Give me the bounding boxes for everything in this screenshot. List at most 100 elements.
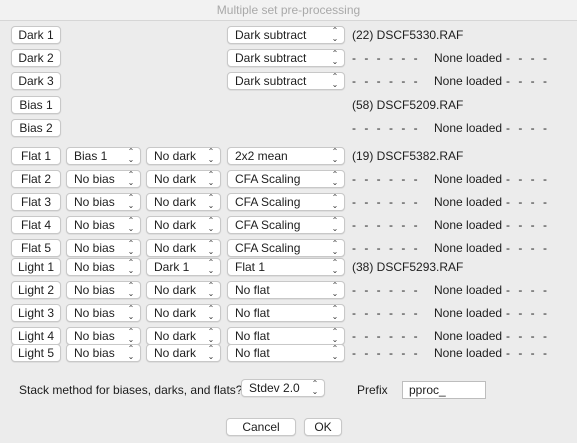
- flat-4-method-select[interactable]: CFA Scaling ⌃ ⌄: [227, 216, 345, 234]
- chevron-updown-icon: ⌃ ⌄: [331, 239, 339, 256]
- light-3-bias-select[interactable]: No bias ⌃ ⌄: [66, 304, 141, 322]
- light-5-flat-select[interactable]: No flat ⌃ ⌄: [227, 344, 345, 362]
- light-3-flat-select[interactable]: No flat ⌃ ⌄: [227, 304, 345, 322]
- select-value: Dark 1: [154, 260, 190, 274]
- dash-separator: - - - - - -: [352, 51, 418, 65]
- dark-2-method-select[interactable]: Dark subtract ⌃ ⌄: [227, 49, 345, 67]
- chevron-updown-icon: ⌃ ⌄: [331, 258, 339, 275]
- chevron-updown-icon: ⌃ ⌄: [331, 216, 339, 233]
- light-2-button[interactable]: Light 2: [11, 281, 61, 299]
- light-3-dark-select[interactable]: No dark ⌃ ⌄: [146, 304, 221, 322]
- flat-4-bias-select[interactable]: No bias ⌃ ⌄: [66, 216, 141, 234]
- select-value: No dark: [154, 346, 197, 360]
- bias-1-button[interactable]: Bias 1: [11, 96, 61, 114]
- select-value: No bias: [74, 306, 115, 320]
- select-value: Dark subtract: [235, 28, 307, 42]
- prefix-input[interactable]: [402, 381, 486, 399]
- light-1-dark-select[interactable]: Dark 1 ⌃ ⌄: [146, 258, 221, 276]
- dash-separator: - - - - - -: [352, 195, 418, 209]
- flat-2-bias-select[interactable]: No bias ⌃ ⌄: [66, 170, 141, 188]
- stack-method-select[interactable]: Stdev 2.0 ⌃ ⌄: [241, 379, 325, 397]
- stack-method-label: Stack method for biases, darks, and flat…: [19, 383, 243, 397]
- flat-4-file: None loaded: [434, 218, 503, 232]
- flat-4-dark-select[interactable]: No dark ⌃ ⌄: [146, 216, 221, 234]
- flat-3-button[interactable]: Flat 3: [11, 193, 61, 211]
- flat-3-file: None loaded: [434, 195, 503, 209]
- bias-2-button[interactable]: Bias 2: [11, 119, 61, 137]
- ok-button[interactable]: OK: [304, 418, 342, 436]
- cancel-button[interactable]: Cancel: [226, 418, 296, 436]
- bias-2-file: None loaded: [434, 121, 503, 135]
- select-value: CFA Scaling: [235, 218, 301, 232]
- flat-5-button[interactable]: Flat 5: [11, 239, 61, 257]
- flat-3-bias-select[interactable]: No bias ⌃ ⌄: [66, 193, 141, 211]
- light-1-button[interactable]: Light 1: [11, 258, 61, 276]
- light-4-dark-select[interactable]: No dark ⌃ ⌄: [146, 327, 221, 345]
- light-3-button[interactable]: Light 3: [11, 304, 61, 322]
- chevron-updown-icon: ⌃ ⌄: [331, 170, 339, 187]
- dash-separator: - - - - - -: [352, 172, 418, 186]
- dash-separator: - - - - - -: [352, 121, 418, 135]
- select-value: No dark: [154, 283, 197, 297]
- light-2-flat-select[interactable]: No flat ⌃ ⌄: [227, 281, 345, 299]
- light-2-dark-select[interactable]: No dark ⌃ ⌄: [146, 281, 221, 299]
- light-1-bias-select[interactable]: No bias ⌃ ⌄: [66, 258, 141, 276]
- flat-2-file: None loaded: [434, 172, 503, 186]
- dash-separator: - - - -: [506, 121, 547, 135]
- light-5-button[interactable]: Light 5: [11, 344, 61, 362]
- bias-1-file: (58) DSCF5209.RAF: [352, 98, 464, 112]
- flat-1-button[interactable]: Flat 1: [11, 147, 61, 165]
- light-1-flat-select[interactable]: Flat 1 ⌃ ⌄: [227, 258, 345, 276]
- flat-2-button[interactable]: Flat 2: [11, 170, 61, 188]
- dash-separator: - - - -: [506, 346, 547, 360]
- select-value: No bias: [74, 172, 115, 186]
- chevron-updown-icon: ⌃ ⌄: [207, 344, 215, 361]
- dark-3-button[interactable]: Dark 3: [11, 72, 61, 90]
- flat-2-method-select[interactable]: CFA Scaling ⌃ ⌄: [227, 170, 345, 188]
- dash-separator: - - - -: [506, 51, 547, 65]
- select-value: No dark: [154, 218, 197, 232]
- select-value: No bias: [74, 329, 115, 343]
- flat-3-method-select[interactable]: CFA Scaling ⌃ ⌄: [227, 193, 345, 211]
- select-value: CFA Scaling: [235, 241, 301, 255]
- flat-1-file: (19) DSCF5382.RAF: [352, 149, 464, 163]
- chevron-updown-icon: ⌃ ⌄: [207, 239, 215, 256]
- prefix-label: Prefix: [357, 383, 388, 397]
- select-value: No dark: [154, 195, 197, 209]
- dash-separator: - - - -: [506, 329, 547, 343]
- select-value: No flat: [235, 329, 270, 343]
- dark-2-button[interactable]: Dark 2: [11, 49, 61, 67]
- light-4-button[interactable]: Light 4: [11, 327, 61, 345]
- dash-separator: - - - - - -: [352, 218, 418, 232]
- chevron-updown-icon: ⌃ ⌄: [207, 281, 215, 298]
- chevron-updown-icon: ⌃ ⌄: [127, 304, 135, 321]
- dash-separator: - - - - - -: [352, 346, 418, 360]
- flat-5-method-select[interactable]: CFA Scaling ⌃ ⌄: [227, 239, 345, 257]
- dark-1-button[interactable]: Dark 1: [11, 26, 61, 44]
- select-value: No dark: [154, 172, 197, 186]
- flat-1-method-select[interactable]: 2x2 mean ⌃ ⌄: [227, 147, 345, 165]
- dark-1-method-select[interactable]: Dark subtract ⌃ ⌄: [227, 26, 345, 44]
- flat-5-bias-select[interactable]: No bias ⌃ ⌄: [66, 239, 141, 257]
- chevron-updown-icon: ⌃ ⌄: [331, 193, 339, 210]
- chevron-updown-icon: ⌃ ⌄: [127, 147, 135, 164]
- light-4-bias-select[interactable]: No bias ⌃ ⌄: [66, 327, 141, 345]
- flat-4-button[interactable]: Flat 4: [11, 216, 61, 234]
- light-5-bias-select[interactable]: No bias ⌃ ⌄: [66, 344, 141, 362]
- select-value: No flat: [235, 283, 270, 297]
- select-value: No bias: [74, 260, 115, 274]
- flat-1-bias-select[interactable]: Bias 1 ⌃ ⌄: [66, 147, 141, 165]
- chevron-updown-icon: ⌃ ⌄: [207, 258, 215, 275]
- flat-5-dark-select[interactable]: No dark ⌃ ⌄: [146, 239, 221, 257]
- light-5-dark-select[interactable]: No dark ⌃ ⌄: [146, 344, 221, 362]
- light-2-bias-select[interactable]: No bias ⌃ ⌄: [66, 281, 141, 299]
- chevron-updown-icon: ⌃ ⌄: [127, 216, 135, 233]
- dash-separator: - - - -: [506, 241, 547, 255]
- dark-3-method-select[interactable]: Dark subtract ⌃ ⌄: [227, 72, 345, 90]
- flat-3-dark-select[interactable]: No dark ⌃ ⌄: [146, 193, 221, 211]
- flat-1-dark-select[interactable]: No dark ⌃ ⌄: [146, 147, 221, 165]
- light-4-flat-select[interactable]: No flat ⌃ ⌄: [227, 327, 345, 345]
- chevron-updown-icon: ⌃ ⌄: [207, 304, 215, 321]
- flat-2-dark-select[interactable]: No dark ⌃ ⌄: [146, 170, 221, 188]
- dash-separator: - - - - - -: [352, 283, 418, 297]
